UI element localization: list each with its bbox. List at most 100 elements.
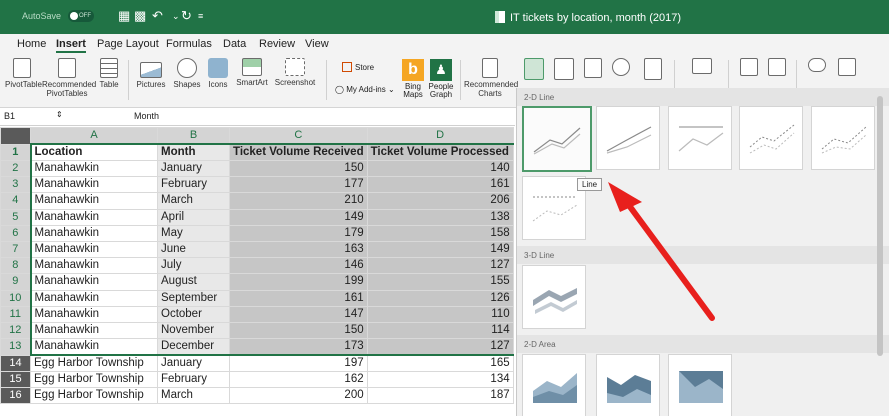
row-header[interactable]: 8 bbox=[0, 257, 31, 275]
cell-d4[interactable]: 206 bbox=[366, 192, 514, 210]
cell-c8[interactable]: 146 bbox=[229, 257, 368, 275]
cell-d5[interactable]: 138 bbox=[366, 208, 514, 226]
cell-b14[interactable]: January bbox=[157, 354, 230, 373]
area-chart-option[interactable] bbox=[522, 354, 586, 416]
cell-b3[interactable]: February bbox=[157, 176, 230, 194]
line-with-markers-option[interactable] bbox=[739, 106, 803, 170]
cell-d8[interactable]: 127 bbox=[366, 257, 514, 275]
tab-home[interactable]: Home bbox=[17, 38, 46, 50]
cell-d16[interactable]: 187 bbox=[366, 387, 514, 405]
link-button[interactable] bbox=[806, 58, 828, 74]
layout-icon[interactable]: ▦ bbox=[118, 8, 130, 24]
cell-a11[interactable]: Manahawkin bbox=[29, 305, 158, 323]
cell-c2[interactable]: 150 bbox=[229, 159, 368, 178]
recommended-charts-button[interactable]: Recommended Charts bbox=[464, 58, 518, 98]
cell-a4[interactable]: Manahawkin bbox=[29, 192, 158, 210]
cell-b4[interactable]: March bbox=[157, 192, 230, 210]
table-button[interactable]: Table bbox=[96, 58, 122, 89]
row-header[interactable]: 15 bbox=[0, 371, 31, 389]
cell-a5[interactable]: Manahawkin bbox=[29, 208, 158, 226]
tab-formulas[interactable]: Formulas bbox=[166, 38, 212, 50]
tab-page-layout[interactable]: Page Layout bbox=[97, 38, 159, 50]
stacked-line-markers-option[interactable] bbox=[811, 106, 875, 170]
row-header[interactable]: 1 bbox=[0, 143, 31, 161]
cell-b12[interactable]: November bbox=[157, 321, 230, 340]
column-chart-button[interactable] bbox=[552, 58, 576, 82]
row-header[interactable]: 9 bbox=[0, 273, 31, 291]
3d-line-option[interactable] bbox=[522, 265, 586, 329]
formula-input[interactable]: Month bbox=[134, 111, 159, 121]
cell-c12[interactable]: 150 bbox=[229, 321, 368, 340]
cell-b11[interactable]: October bbox=[157, 305, 230, 323]
cell-b9[interactable]: August bbox=[157, 273, 230, 291]
cell-c10[interactable]: 161 bbox=[229, 289, 368, 307]
bing-maps-button[interactable]: b Bing Maps bbox=[402, 59, 424, 99]
cell-c4[interactable]: 210 bbox=[229, 192, 368, 210]
cell-c16[interactable]: 200 bbox=[229, 387, 368, 405]
row-header[interactable]: 3 bbox=[0, 176, 31, 194]
gallery-scrollbar[interactable] bbox=[877, 96, 883, 356]
cell-a15[interactable]: Egg Harbor Township bbox=[30, 371, 158, 389]
icons-button[interactable]: Icons bbox=[204, 58, 232, 89]
cell-c1[interactable]: Ticket Volume Received bbox=[229, 143, 368, 161]
cell-c6[interactable]: 179 bbox=[229, 224, 368, 242]
row-header[interactable]: 10 bbox=[0, 289, 31, 307]
cell-d14[interactable]: 165 bbox=[366, 354, 514, 373]
map-chart-button[interactable] bbox=[610, 58, 632, 78]
store-button[interactable]: Store bbox=[342, 62, 374, 72]
row-header[interactable]: 12 bbox=[0, 321, 31, 340]
cell-b15[interactable]: February bbox=[157, 371, 230, 389]
cell-c3[interactable]: 177 bbox=[229, 176, 368, 194]
tab-insert[interactable]: Insert bbox=[56, 38, 86, 53]
recommended-pivottables-button[interactable]: Recommended PivotTables bbox=[42, 58, 96, 98]
cell-a12[interactable]: Manahawkin bbox=[29, 321, 158, 340]
stacked-line-chart-option[interactable] bbox=[596, 106, 660, 170]
cell-d1[interactable]: Ticket Volume Processed bbox=[366, 143, 514, 161]
comment-button[interactable] bbox=[836, 58, 858, 78]
cell-a7[interactable]: Manahawkin bbox=[29, 240, 158, 259]
tab-review[interactable]: Review bbox=[259, 38, 295, 50]
row-header[interactable]: 4 bbox=[0, 192, 31, 210]
cell-a8[interactable]: Manahawkin bbox=[29, 257, 158, 275]
my-addins-button[interactable]: ◯ My Add-ins ⌄ bbox=[335, 85, 395, 94]
cell-b16[interactable]: March bbox=[157, 387, 230, 405]
select-all-corner[interactable] bbox=[0, 127, 31, 145]
cell-b5[interactable]: April bbox=[157, 208, 230, 226]
column-header-c[interactable]: C bbox=[229, 127, 368, 145]
autosave-toggle[interactable]: OFF bbox=[68, 10, 94, 22]
pivot-table-button[interactable]: PivotTable bbox=[5, 58, 42, 89]
cell-a9[interactable]: Manahawkin bbox=[29, 273, 158, 291]
name-box-stepper-icon[interactable]: ⇕ bbox=[56, 110, 63, 119]
cell-d9[interactable]: 155 bbox=[366, 273, 514, 291]
shapes-button[interactable]: Shapes bbox=[172, 58, 202, 89]
cell-b8[interactable]: July bbox=[157, 257, 230, 275]
waterfall-chart-button[interactable] bbox=[582, 58, 604, 80]
cell-d13[interactable]: 127 bbox=[366, 338, 514, 357]
cell-b7[interactable]: June bbox=[157, 240, 230, 259]
column-header-d[interactable]: D bbox=[366, 127, 514, 145]
percent-stacked-area-option[interactable] bbox=[668, 354, 732, 416]
cell-b1[interactable]: Month bbox=[157, 143, 230, 161]
cell-a2[interactable]: Manahawkin bbox=[29, 159, 158, 178]
cell-d15[interactable]: 134 bbox=[366, 371, 514, 389]
slicer-button[interactable] bbox=[738, 58, 760, 78]
screenshot-button[interactable]: Screenshot bbox=[272, 58, 318, 87]
tab-view[interactable]: View bbox=[305, 38, 329, 50]
cell-b6[interactable]: May bbox=[157, 224, 230, 242]
row-header[interactable]: 14 bbox=[0, 354, 31, 373]
pivotchart-button[interactable] bbox=[642, 58, 664, 82]
cell-d11[interactable]: 110 bbox=[366, 305, 514, 323]
undo-icon[interactable]: ↶ bbox=[152, 8, 163, 24]
row-header[interactable]: 16 bbox=[0, 387, 31, 405]
row-header[interactable]: 6 bbox=[0, 224, 31, 242]
pictures-button[interactable]: Pictures bbox=[132, 58, 170, 89]
customize-toolbar-icon[interactable]: ≡ bbox=[198, 11, 203, 21]
cell-a1[interactable]: Location bbox=[29, 143, 158, 161]
cell-c14[interactable]: 197 bbox=[229, 354, 368, 373]
cell-d2[interactable]: 140 bbox=[366, 159, 514, 178]
cell-c5[interactable]: 149 bbox=[229, 208, 368, 226]
cell-b2[interactable]: January bbox=[157, 159, 230, 178]
column-header-b[interactable]: B bbox=[157, 127, 230, 145]
percent-stacked-line-option[interactable] bbox=[668, 106, 732, 170]
cell-b10[interactable]: September bbox=[157, 289, 230, 307]
